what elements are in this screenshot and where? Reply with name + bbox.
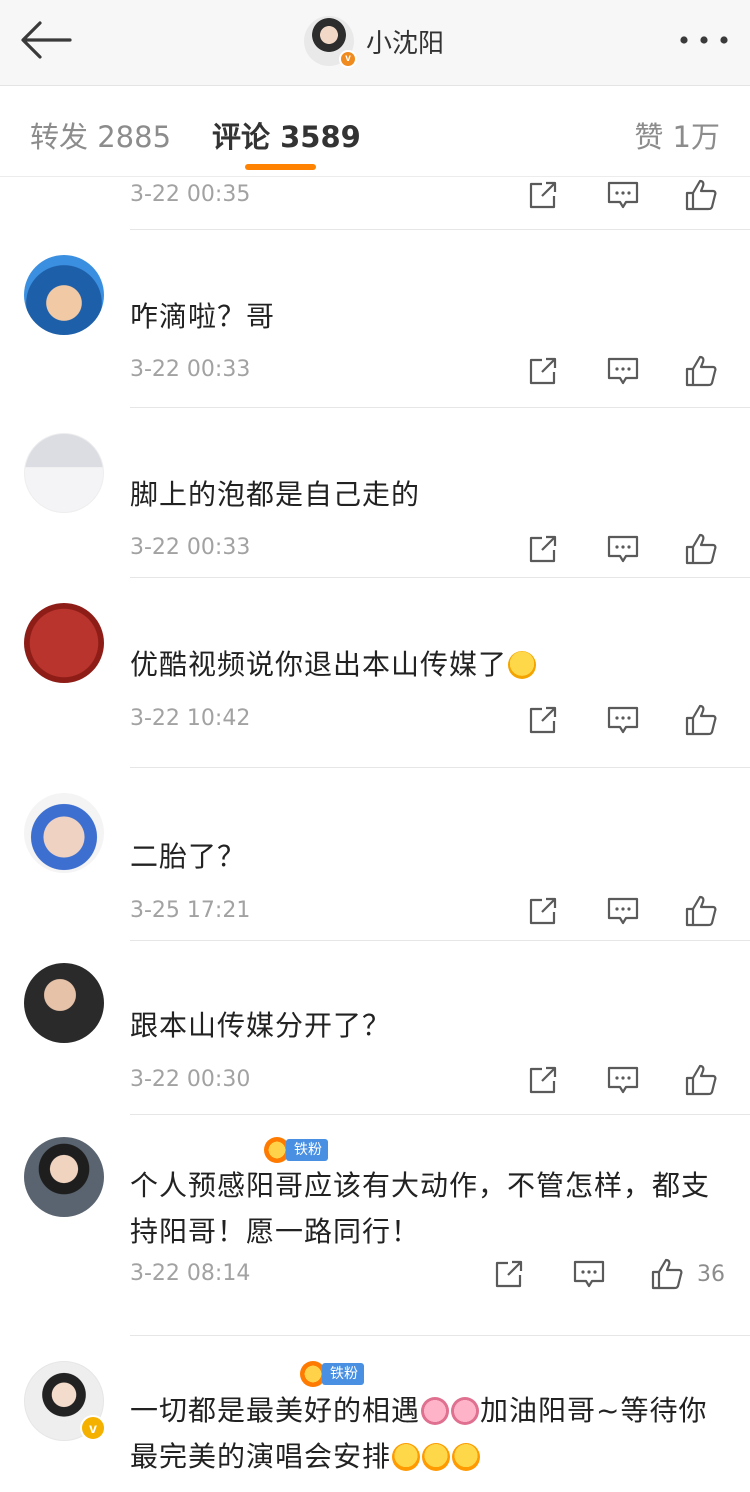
cheer-emoji-icon [422, 1443, 451, 1471]
avatar[interactable] [24, 255, 104, 335]
comment-icon[interactable] [606, 354, 640, 388]
comment-item: 脚上的泡都是自己走的 3-22 00:33 [0, 408, 750, 578]
comment-time: 3-22 00:30 [130, 1067, 251, 1092]
cheer-emoji-icon [392, 1443, 421, 1471]
comment-item: 铁粉 个人预感阳哥应该有大动作，不管怎样，都支持阳哥！愿一路同行！ 3-22 0… [0, 1115, 750, 1336]
back-arrow-icon [21, 21, 72, 59]
thumbs-up-icon[interactable] [684, 178, 718, 212]
comment-list[interactable]: 3-22 00:35 咋滴啦？哥 3-22 00:33 脚上的泡都是自己走的 3… [0, 178, 750, 1492]
fan-badge-label: 铁粉 [286, 1139, 328, 1161]
avatar[interactable] [24, 963, 104, 1043]
comment-time: 3-22 00:33 [130, 535, 251, 560]
comment-icon[interactable] [606, 178, 640, 212]
comment-text: 咋滴啦？哥 [130, 300, 276, 333]
tab-repost[interactable]: 转发 2885 [30, 114, 171, 156]
comment-item: 跟本山传媒分开了？ 3-22 00:30 [0, 941, 750, 1115]
tab-bar: 转发 2885 评论 3589 赞 1万 [0, 86, 750, 177]
more-icon [680, 36, 728, 44]
comment-icon[interactable] [606, 1063, 640, 1097]
thumbs-up-icon[interactable] [684, 894, 718, 928]
laugh-emoji-icon [508, 651, 537, 679]
comment-time: 3-22 08:14 [130, 1261, 251, 1286]
verified-badge: v [339, 50, 357, 68]
comment-text-part1: 一切都是最美好的相遇 [130, 1394, 421, 1427]
comment-icon[interactable] [572, 1257, 606, 1291]
thumbs-up-icon[interactable] [684, 1063, 718, 1097]
profile-avatar[interactable]: v [304, 16, 357, 68]
comment-item: v 铁粉 一切都是最美好的相遇 加油阳哥~等待你最完美的演唱会安排 [0, 1336, 750, 1492]
share-icon[interactable] [526, 354, 560, 388]
pig-emoji-icon [421, 1397, 450, 1425]
comment-time: 3-22 00:33 [130, 357, 251, 382]
top-nav-bar: v 小沈阳 [0, 0, 750, 86]
comment-time: 3-22 00:35 [130, 182, 251, 207]
comment-text: 优酷视频说你退出本山传媒了 [130, 642, 724, 688]
fan-badge: 铁粉 [264, 1137, 328, 1163]
share-icon[interactable] [526, 894, 560, 928]
comment-text: 跟本山传媒分开了？ [130, 1009, 392, 1042]
active-tab-indicator [245, 164, 316, 170]
cheer-emoji-icon [452, 1443, 481, 1471]
pig-emoji-icon [451, 1397, 480, 1425]
fan-badge-label: 铁粉 [322, 1363, 364, 1385]
thumbs-up-icon[interactable] [650, 1257, 684, 1291]
profile-header[interactable]: v 小沈阳 [304, 15, 445, 68]
comment-item: 咋滴啦？哥 3-22 00:33 [0, 230, 750, 408]
comment-item: 二胎了？ 3-25 17:21 [0, 768, 750, 941]
page-title: 小沈阳 [366, 28, 445, 59]
thumbs-up-icon[interactable] [684, 703, 718, 737]
comment-text-body: 优酷视频说你退出本山传媒了 [130, 648, 508, 681]
share-icon[interactable] [492, 1257, 526, 1291]
comment-item: 优酷视频说你退出本山传媒了 3-22 10:42 [0, 578, 750, 768]
avatar[interactable] [24, 433, 104, 513]
comment-text: 二胎了？ [130, 840, 247, 873]
back-button[interactable] [18, 18, 74, 62]
thumbs-up-icon[interactable] [684, 354, 718, 388]
share-icon[interactable] [526, 1063, 560, 1097]
like-count: 36 [697, 1262, 725, 1287]
share-icon[interactable] [526, 178, 560, 212]
comment-text: 一切都是最美好的相遇 加油阳哥~等待你最完美的演唱会安排 [130, 1388, 724, 1480]
comment-icon[interactable] [606, 703, 640, 737]
tab-like[interactable]: 赞 1万 [634, 114, 720, 156]
comment-icon[interactable] [606, 894, 640, 928]
avatar[interactable]: v [24, 1361, 106, 1441]
verified-badge: v [80, 1415, 106, 1441]
more-button[interactable] [678, 26, 730, 54]
comment-item: 3-22 00:35 [0, 178, 750, 230]
share-icon[interactable] [526, 703, 560, 737]
comment-icon[interactable] [606, 532, 640, 566]
share-icon[interactable] [526, 532, 560, 566]
avatar[interactable] [24, 603, 104, 683]
comment-text: 个人预感阳哥应该有大动作，不管怎样，都支持阳哥！愿一路同行！ [130, 1169, 711, 1248]
avatar[interactable] [24, 1137, 104, 1217]
comment-text: 脚上的泡都是自己走的 [130, 478, 421, 511]
comment-time: 3-22 10:42 [130, 706, 251, 731]
avatar[interactable] [24, 793, 104, 873]
tab-comment[interactable]: 评论 3589 [212, 114, 361, 156]
thumbs-up-icon[interactable] [684, 532, 718, 566]
comment-time: 3-25 17:21 [130, 898, 251, 923]
fan-badge: 铁粉 [300, 1361, 364, 1387]
